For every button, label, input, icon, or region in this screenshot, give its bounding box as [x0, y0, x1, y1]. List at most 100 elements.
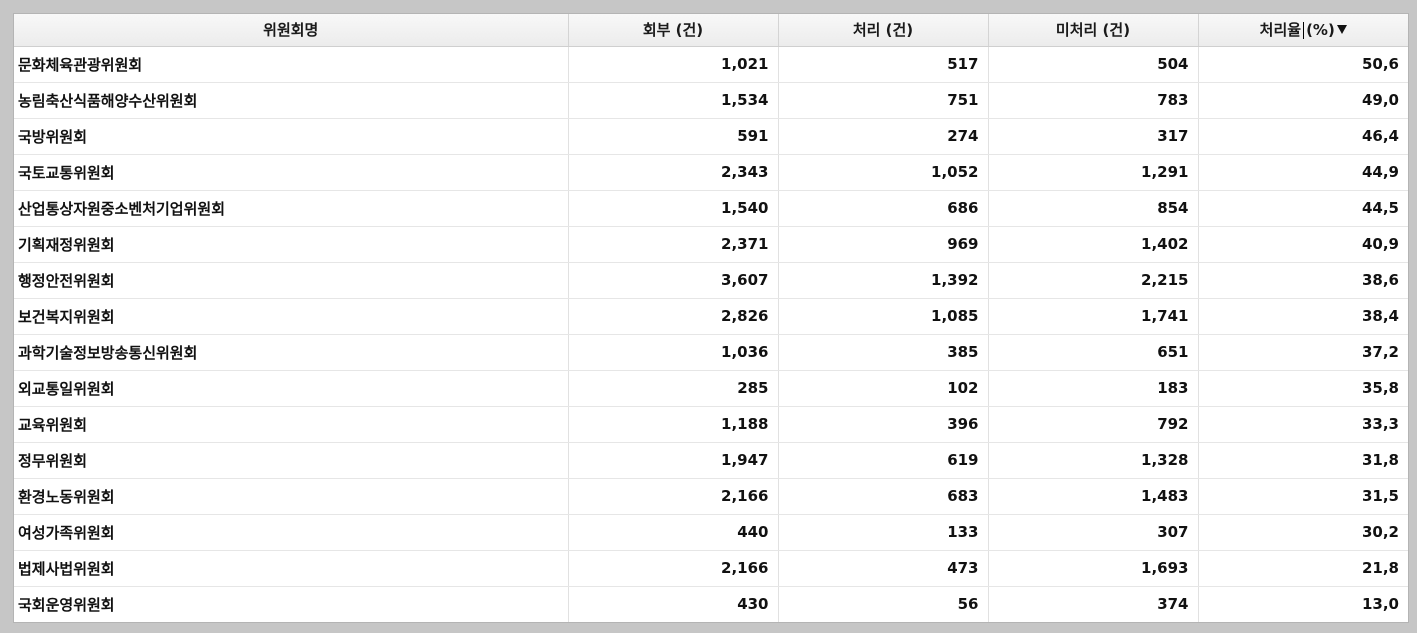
- column-header-label: 위원회명: [263, 21, 319, 40]
- cell-referred: 1,036: [568, 334, 779, 371]
- column-header-referred[interactable]: 회부 (건): [568, 14, 779, 47]
- cell-processed: 619: [778, 442, 989, 479]
- cell-committee: 농림축산식품해양수산위원회: [14, 82, 569, 119]
- table-row[interactable]: 외교통일위원회 285 102 183 35,8: [14, 370, 1408, 407]
- cell-committee: 여성가족위원회: [14, 514, 569, 551]
- cell-committee: 국토교통위원회: [14, 154, 569, 191]
- table-container: 위원회명 회부 (건) 처리 (건) 미처리 (건) 처리율 (%) 문화체육관광…: [14, 14, 1408, 622]
- committee-table: 위원회명 회부 (건) 처리 (건) 미처리 (건) 처리율 (%) 문화체육관광…: [14, 14, 1408, 622]
- column-header-label: 처리율: [1259, 21, 1302, 40]
- cell-referred: 2,343: [568, 154, 779, 191]
- cell-committee: 행정안전위원회: [14, 262, 569, 299]
- cell-rate: 38,6: [1198, 262, 1408, 299]
- table-row[interactable]: 행정안전위원회 3,607 1,392 2,215 38,6: [14, 262, 1408, 299]
- table-row[interactable]: 농림축산식품해양수산위원회 1,534 751 783 49,0: [14, 82, 1408, 119]
- cell-rate: 49,0: [1198, 82, 1408, 119]
- cell-pending: 374: [988, 586, 1199, 622]
- cell-pending: 651: [988, 334, 1199, 371]
- cell-processed: 1,085: [778, 298, 989, 335]
- cell-committee: 과학기술정보방송통신위원회: [14, 334, 569, 371]
- cell-rate: 44,9: [1198, 154, 1408, 191]
- cell-processed: 1,392: [778, 262, 989, 299]
- cell-pending: 183: [988, 370, 1199, 407]
- cell-committee: 정무위원회: [14, 442, 569, 479]
- table-row[interactable]: 정무위원회 1,947 619 1,328 31,8: [14, 442, 1408, 479]
- cell-processed: 751: [778, 82, 989, 119]
- table-row[interactable]: 법제사법위원회 2,166 473 1,693 21,8: [14, 550, 1408, 587]
- table-row[interactable]: 산업통상자원중소벤처기업위원회 1,540 686 854 44,5: [14, 190, 1408, 227]
- cell-referred: 3,607: [568, 262, 779, 299]
- cell-referred: 2,166: [568, 478, 779, 515]
- column-header-label: 미처리 (건): [1055, 21, 1131, 40]
- cell-pending: 504: [988, 46, 1199, 83]
- cell-processed: 517: [778, 46, 989, 83]
- cell-rate: 50,6: [1198, 46, 1408, 83]
- cell-referred: 1,534: [568, 82, 779, 119]
- table-row[interactable]: 교육위원회 1,188 396 792 33,3: [14, 406, 1408, 443]
- cell-referred: 2,166: [568, 550, 779, 587]
- cell-rate: 37,2: [1198, 334, 1408, 371]
- column-header-unit: (%): [1306, 21, 1335, 40]
- cell-pending: 1,483: [988, 478, 1199, 515]
- cell-rate: 46,4: [1198, 118, 1408, 155]
- cell-rate: 44,5: [1198, 190, 1408, 227]
- cell-processed: 385: [778, 334, 989, 371]
- cell-referred: 2,371: [568, 226, 779, 263]
- cell-committee: 산업통상자원중소벤처기업위원회: [14, 190, 569, 227]
- table-row[interactable]: 환경노동위원회 2,166 683 1,483 31,5: [14, 478, 1408, 515]
- cell-rate: 13,0: [1198, 586, 1408, 622]
- cell-rate: 30,2: [1198, 514, 1408, 551]
- cell-committee: 외교통일위원회: [14, 370, 569, 407]
- cell-pending: 307: [988, 514, 1199, 551]
- column-header-rate[interactable]: 처리율 (%): [1198, 14, 1408, 47]
- cell-processed: 274: [778, 118, 989, 155]
- cell-processed: 396: [778, 406, 989, 443]
- cell-committee: 법제사법위원회: [14, 550, 569, 587]
- cell-rate: 31,5: [1198, 478, 1408, 515]
- cell-processed: 683: [778, 478, 989, 515]
- cell-processed: 473: [778, 550, 989, 587]
- cell-committee: 환경노동위원회: [14, 478, 569, 515]
- cell-referred: 2,826: [568, 298, 779, 335]
- column-header-label: 회부 (건): [642, 21, 704, 40]
- cell-pending: 783: [988, 82, 1199, 119]
- cell-referred: 1,947: [568, 442, 779, 479]
- table-row[interactable]: 문화체육관광위원회 1,021 517 504 50,6: [14, 46, 1408, 83]
- cell-referred: 440: [568, 514, 779, 551]
- sort-descending-icon[interactable]: [1336, 25, 1347, 35]
- cell-pending: 1,693: [988, 550, 1199, 587]
- column-header-pending[interactable]: 미처리 (건): [988, 14, 1199, 47]
- cell-pending: 1,741: [988, 298, 1199, 335]
- table-row[interactable]: 국방위원회 591 274 317 46,4: [14, 118, 1408, 155]
- cell-pending: 1,291: [988, 154, 1199, 191]
- table-row[interactable]: 기획재정위원회 2,371 969 1,402 40,9: [14, 226, 1408, 263]
- cell-processed: 133: [778, 514, 989, 551]
- column-header-committee[interactable]: 위원회명: [14, 14, 569, 47]
- cell-rate: 31,8: [1198, 442, 1408, 479]
- cell-processed: 102: [778, 370, 989, 407]
- cell-committee: 국방위원회: [14, 118, 569, 155]
- cell-rate: 35,8: [1198, 370, 1408, 407]
- cell-rate: 33,3: [1198, 406, 1408, 443]
- table-row[interactable]: 과학기술정보방송통신위원회 1,036 385 651 37,2: [14, 334, 1408, 371]
- cell-processed: 686: [778, 190, 989, 227]
- text-cursor: [1303, 22, 1305, 40]
- table-row[interactable]: 보건복지위원회 2,826 1,085 1,741 38,4: [14, 298, 1408, 335]
- cell-processed: 1,052: [778, 154, 989, 191]
- cell-rate: 38,4: [1198, 298, 1408, 335]
- cell-processed: 969: [778, 226, 989, 263]
- cell-pending: 1,402: [988, 226, 1199, 263]
- table-row[interactable]: 국토교통위원회 2,343 1,052 1,291 44,9: [14, 154, 1408, 191]
- table-row[interactable]: 여성가족위원회 440 133 307 30,2: [14, 514, 1408, 551]
- table-row[interactable]: 국회운영위원회 430 56 374 13,0: [14, 586, 1408, 622]
- column-header-processed[interactable]: 처리 (건): [778, 14, 989, 47]
- cell-committee: 보건복지위원회: [14, 298, 569, 335]
- cell-committee: 교육위원회: [14, 406, 569, 443]
- cell-processed: 56: [778, 586, 989, 622]
- column-header-label: 처리 (건): [852, 21, 914, 40]
- cell-rate: 40,9: [1198, 226, 1408, 263]
- cell-referred: 591: [568, 118, 779, 155]
- cell-pending: 317: [988, 118, 1199, 155]
- cell-referred: 1,540: [568, 190, 779, 227]
- cell-referred: 430: [568, 586, 779, 622]
